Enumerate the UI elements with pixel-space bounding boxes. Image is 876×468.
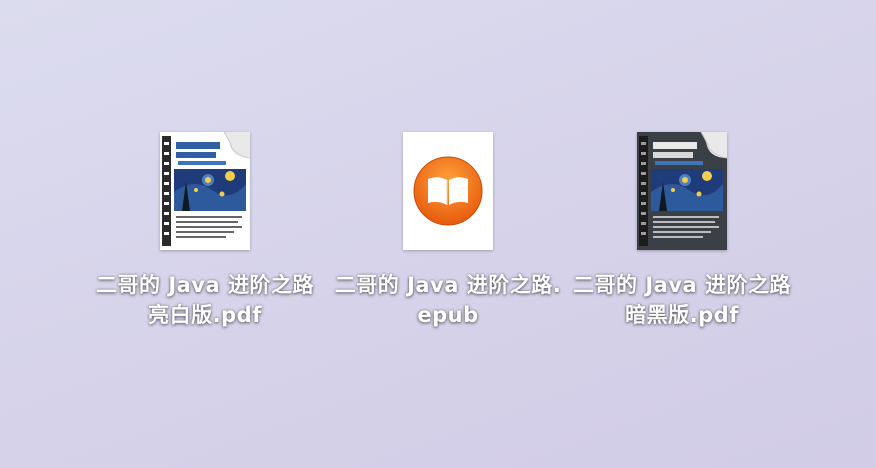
- file-icon-wrap: [145, 126, 265, 250]
- file-item-pdf-light[interactable]: 二哥的 Java 进阶之路亮白版.pdf: [90, 126, 320, 330]
- books-app-icon: [413, 156, 483, 226]
- pdf-dark-cover-icon: [637, 132, 727, 250]
- file-item-epub[interactable]: 二哥的 Java 进阶之路.epub: [333, 126, 563, 330]
- file-icon-wrap: [388, 126, 508, 250]
- file-item-pdf-dark[interactable]: 二哥的 Java 进阶之路暗黑版.pdf: [567, 126, 797, 330]
- pdf-light-cover-icon: [160, 132, 250, 250]
- desktop: 二哥的 Java 进阶之路亮白版.pdf 二哥的 Java 进阶之路.epub …: [0, 0, 876, 468]
- file-icon-wrap: [622, 126, 742, 250]
- file-name-label: 二哥的 Java 进阶之路暗黑版.pdf: [573, 273, 791, 327]
- file-name-label: 二哥的 Java 进阶之路.epub: [334, 273, 562, 327]
- epub-document-icon: [403, 132, 493, 250]
- file-name-label: 二哥的 Java 进阶之路亮白版.pdf: [96, 273, 314, 327]
